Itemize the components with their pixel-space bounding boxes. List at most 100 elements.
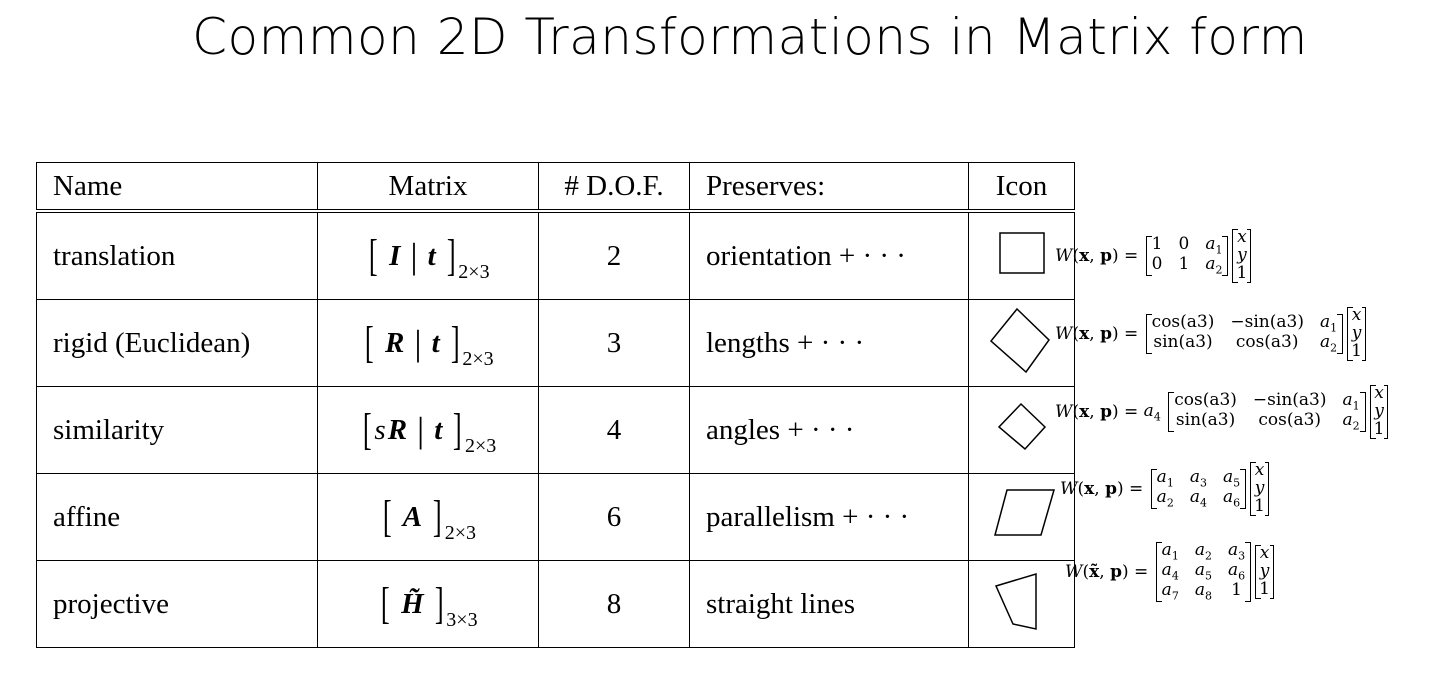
matrix-entry: a2: [1342, 410, 1360, 433]
bracket-left: [: [382, 492, 392, 541]
matrix-right: t: [431, 326, 440, 359]
vector-entry: 1: [1351, 340, 1362, 361]
transformations-table: Name Matrix # D.O.F. Preserves: Icon tra…: [36, 162, 1075, 648]
table-row: similarity [ s R | t ] 2×3 4 angles + · ·…: [36, 386, 1075, 474]
matrix-entry: a7: [1161, 579, 1179, 603]
equation-5: W(x̃, p) = a1 a2 a3 a4 a5 a6 a7 a8 1 x y 1: [1065, 540, 1276, 603]
equation-lhs: W(x, p) =: [1055, 246, 1139, 266]
matrix-entry: 1: [1151, 234, 1163, 255]
matrix-entry: a4: [1161, 560, 1179, 583]
matrix-entry: a2: [1205, 254, 1223, 277]
coordinate-vector: xy1: [1347, 306, 1366, 361]
equals-sign: =: [1124, 246, 1139, 266]
arg-x: x: [1079, 402, 1090, 422]
scale-factor: a4: [1143, 400, 1161, 424]
matrix-left: R: [387, 413, 408, 446]
function-name: W: [1055, 402, 1073, 422]
arg-p: p: [1105, 479, 1117, 499]
equation-lhs: W(x, p) =: [1055, 402, 1139, 422]
matrix-entry: −sin(a3): [1230, 312, 1304, 333]
function-name: W: [1055, 324, 1073, 344]
matrix-right: t: [427, 239, 436, 272]
equals-sign: =: [1134, 562, 1149, 582]
dof-value: 6: [538, 473, 690, 561]
matrix-entry: a1: [1205, 234, 1223, 257]
bracket-right: ]: [450, 318, 460, 367]
vector-entry: 1: [1254, 495, 1265, 516]
matrix-entry: a2: [1194, 540, 1212, 563]
vector-entry: 1: [1373, 418, 1385, 439]
preserves-value: straight lines: [689, 560, 969, 648]
matrix-cell: [ s R | t ] 2×3: [317, 386, 539, 474]
matrix-scalar: s: [374, 413, 386, 446]
matrix-entry: 1: [1231, 579, 1242, 600]
transform-name: similarity: [36, 386, 318, 474]
dof-value: 3: [538, 299, 690, 387]
icon-cell: [968, 560, 1075, 648]
equation-2: W(x, p) = cos(a3) −sin(a3) a1 sin(a3) cos(a3…: [1055, 304, 1368, 364]
bracket-left: [: [381, 579, 391, 628]
parameter-matrix: a1 a3 a5 a2 a4 a6: [1150, 467, 1247, 510]
equation-lhs: W(x, p) =: [1055, 324, 1139, 344]
matrix-entry: a6: [1222, 487, 1241, 510]
coordinate-vector: xy1: [1232, 228, 1252, 283]
matrix-entry: a1: [1342, 390, 1360, 413]
bracket-right: ]: [453, 405, 463, 454]
bracket-left: [: [362, 405, 372, 454]
arg-x: x: [1079, 246, 1090, 266]
table-row: rigid (Euclidean) [ R | t ] 2×3 3 lengths…: [36, 299, 1075, 387]
vector-entry: 1: [1236, 262, 1248, 283]
header-icon: Icon: [968, 162, 1075, 213]
parameter-matrix: a1 a2 a3 a4 a5 a6 a7 a8 1: [1155, 540, 1252, 603]
function-name: W: [1055, 246, 1073, 266]
matrix-divider: |: [410, 236, 418, 276]
matrix-divider: |: [414, 323, 422, 363]
matrix-entry: a3: [1227, 540, 1246, 563]
coordinate-vector: xy1: [1369, 384, 1389, 439]
bracket-left: [: [369, 231, 379, 280]
matrix-entry: a8: [1194, 579, 1212, 603]
table-row: affine [ A ] 2×3 6 parallelism + · · ·: [36, 473, 1075, 561]
dof-value: 8: [538, 560, 690, 648]
matrix-entry: a5: [1194, 560, 1212, 583]
matrix-entry: −sin(a3): [1252, 390, 1327, 411]
matrix-size: 2×3: [464, 435, 497, 457]
arg-x: x: [1079, 324, 1090, 344]
matrix-entry: a1: [1161, 540, 1179, 563]
matrix-divider: |: [417, 410, 425, 450]
arg-x: x: [1084, 479, 1095, 499]
coordinate-vector: xy1: [1250, 461, 1269, 516]
matrix-cell: [ H̃ ] 3×3: [317, 560, 539, 648]
header-dof: # D.O.F.: [538, 162, 690, 213]
header-preserves: Preserves:: [689, 162, 969, 213]
matrix-entry: 0: [1178, 234, 1190, 255]
matrix-entry: a1: [1319, 312, 1338, 335]
matrix-entry: 1: [1178, 254, 1190, 274]
preserves-value: angles + · · ·: [689, 386, 969, 474]
transform-name: translation: [36, 210, 318, 300]
matrix-left: R: [385, 326, 405, 359]
matrix-entry: a3: [1189, 467, 1207, 490]
parameter-matrix: cos(a3) −sin(a3) a1 sin(a3) cos(a3) a2: [1168, 390, 1366, 433]
equals-sign: =: [1124, 402, 1139, 422]
arg-p: p: [1100, 402, 1112, 422]
matrix-cell: [ R | t ] 2×3: [317, 299, 539, 387]
icon-cell: [968, 473, 1075, 561]
matrix-entry: cos(a3): [1174, 390, 1237, 411]
matrix-entry: cos(a3): [1151, 312, 1215, 333]
bracket-right: ]: [434, 579, 444, 628]
equation-lhs: W(x̃, p) =: [1065, 562, 1149, 582]
bracket-left: [: [365, 318, 375, 367]
matrix-cell: [ I | t ] 2×3: [317, 210, 539, 300]
transform-name: projective: [36, 560, 318, 648]
transform-name: affine: [36, 473, 318, 561]
matrix-left: I: [389, 239, 401, 272]
header-name: Name: [36, 162, 318, 213]
preserves-value: parallelism + · · ·: [689, 473, 969, 561]
coordinate-vector: xy1: [1255, 544, 1274, 599]
arg-p: p: [1110, 562, 1122, 582]
matrix-entry: sin(a3): [1175, 410, 1236, 430]
matrix-entry: a4: [1189, 487, 1207, 510]
dof-value: 4: [538, 386, 690, 474]
matrix-entry: a2: [1319, 332, 1338, 355]
